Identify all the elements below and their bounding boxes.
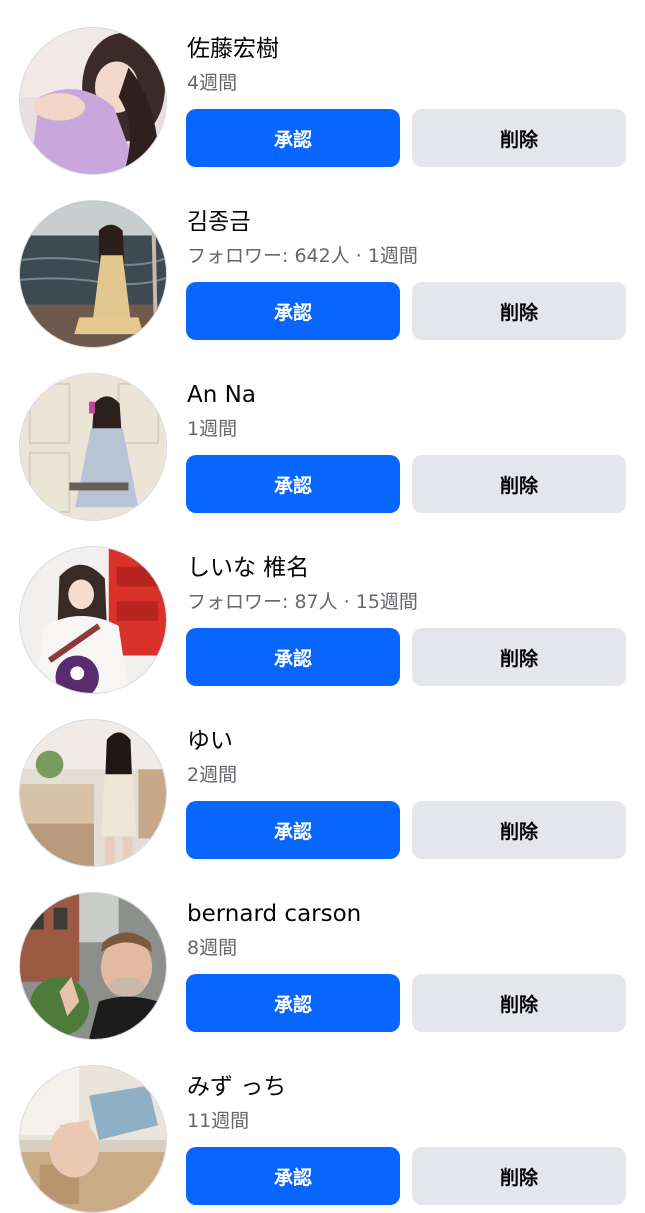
confirm-button[interactable]: 承認: [186, 628, 400, 686]
avatar[interactable]: [19, 200, 167, 348]
delete-button[interactable]: 削除: [412, 974, 626, 1032]
delete-button[interactable]: 削除: [412, 282, 626, 340]
request-meta: フォロワー: 87人 · 15週間: [187, 591, 418, 613]
request-meta: 8週間: [187, 937, 238, 959]
profile-photo: [20, 374, 166, 520]
profile-photo: [20, 893, 166, 1039]
friend-request-item: 김종금 フォロワー: 642人 · 1週間 承認 削除: [0, 173, 645, 348]
friend-request-item: An Na 1週間 承認 削除: [0, 346, 645, 521]
avatar[interactable]: [19, 719, 167, 867]
request-meta: 4週間: [187, 72, 238, 94]
confirm-button[interactable]: 承認: [186, 109, 400, 167]
request-name[interactable]: しいな 椎名: [187, 553, 309, 583]
delete-button[interactable]: 削除: [412, 1147, 626, 1205]
friend-request-item: bernard carson 8週間 承認 削除: [0, 865, 645, 1040]
friend-request-item: 佐藤宏樹 4週間 承認 削除: [0, 0, 645, 175]
avatar[interactable]: [19, 546, 167, 694]
confirm-button[interactable]: 承認: [186, 455, 400, 513]
request-name[interactable]: ゆい: [187, 726, 233, 756]
friend-request-item: しいな 椎名 フォロワー: 87人 · 15週間 承認 削除: [0, 519, 645, 694]
avatar[interactable]: [19, 373, 167, 521]
confirm-button[interactable]: 承認: [186, 974, 400, 1032]
confirm-button[interactable]: 承認: [186, 1147, 400, 1205]
profile-photo: [20, 28, 166, 174]
delete-button[interactable]: 削除: [412, 801, 626, 859]
delete-button[interactable]: 削除: [412, 109, 626, 167]
request-meta: 2週間: [187, 764, 238, 786]
avatar[interactable]: [19, 892, 167, 1040]
profile-photo: [20, 547, 166, 693]
request-meta: 11週間: [187, 1110, 250, 1132]
request-name[interactable]: 佐藤宏樹: [187, 34, 279, 64]
profile-photo: [20, 720, 166, 866]
delete-button[interactable]: 削除: [412, 455, 626, 513]
confirm-button[interactable]: 承認: [186, 282, 400, 340]
request-meta: フォロワー: 642人 · 1週間: [187, 245, 418, 267]
profile-photo: [20, 1066, 166, 1212]
confirm-button[interactable]: 承認: [186, 801, 400, 859]
request-name[interactable]: みず っち: [187, 1072, 286, 1102]
avatar[interactable]: [19, 27, 167, 175]
delete-button[interactable]: 削除: [412, 628, 626, 686]
friend-request-list: 佐藤宏樹 4週間 承認 削除 김종금 フォロワー: 642人 · 1週間 承認: [0, 0, 645, 1213]
request-name[interactable]: 김종금: [187, 207, 250, 237]
request-name[interactable]: An Na: [187, 380, 256, 410]
profile-photo: [20, 201, 166, 347]
avatar[interactable]: [19, 1065, 167, 1213]
friend-request-item: みず っち 11週間 承認 削除: [0, 1038, 645, 1213]
request-name[interactable]: bernard carson: [187, 899, 361, 929]
friend-request-item: ゆい 2週間 承認 削除: [0, 692, 645, 867]
request-meta: 1週間: [187, 418, 238, 440]
